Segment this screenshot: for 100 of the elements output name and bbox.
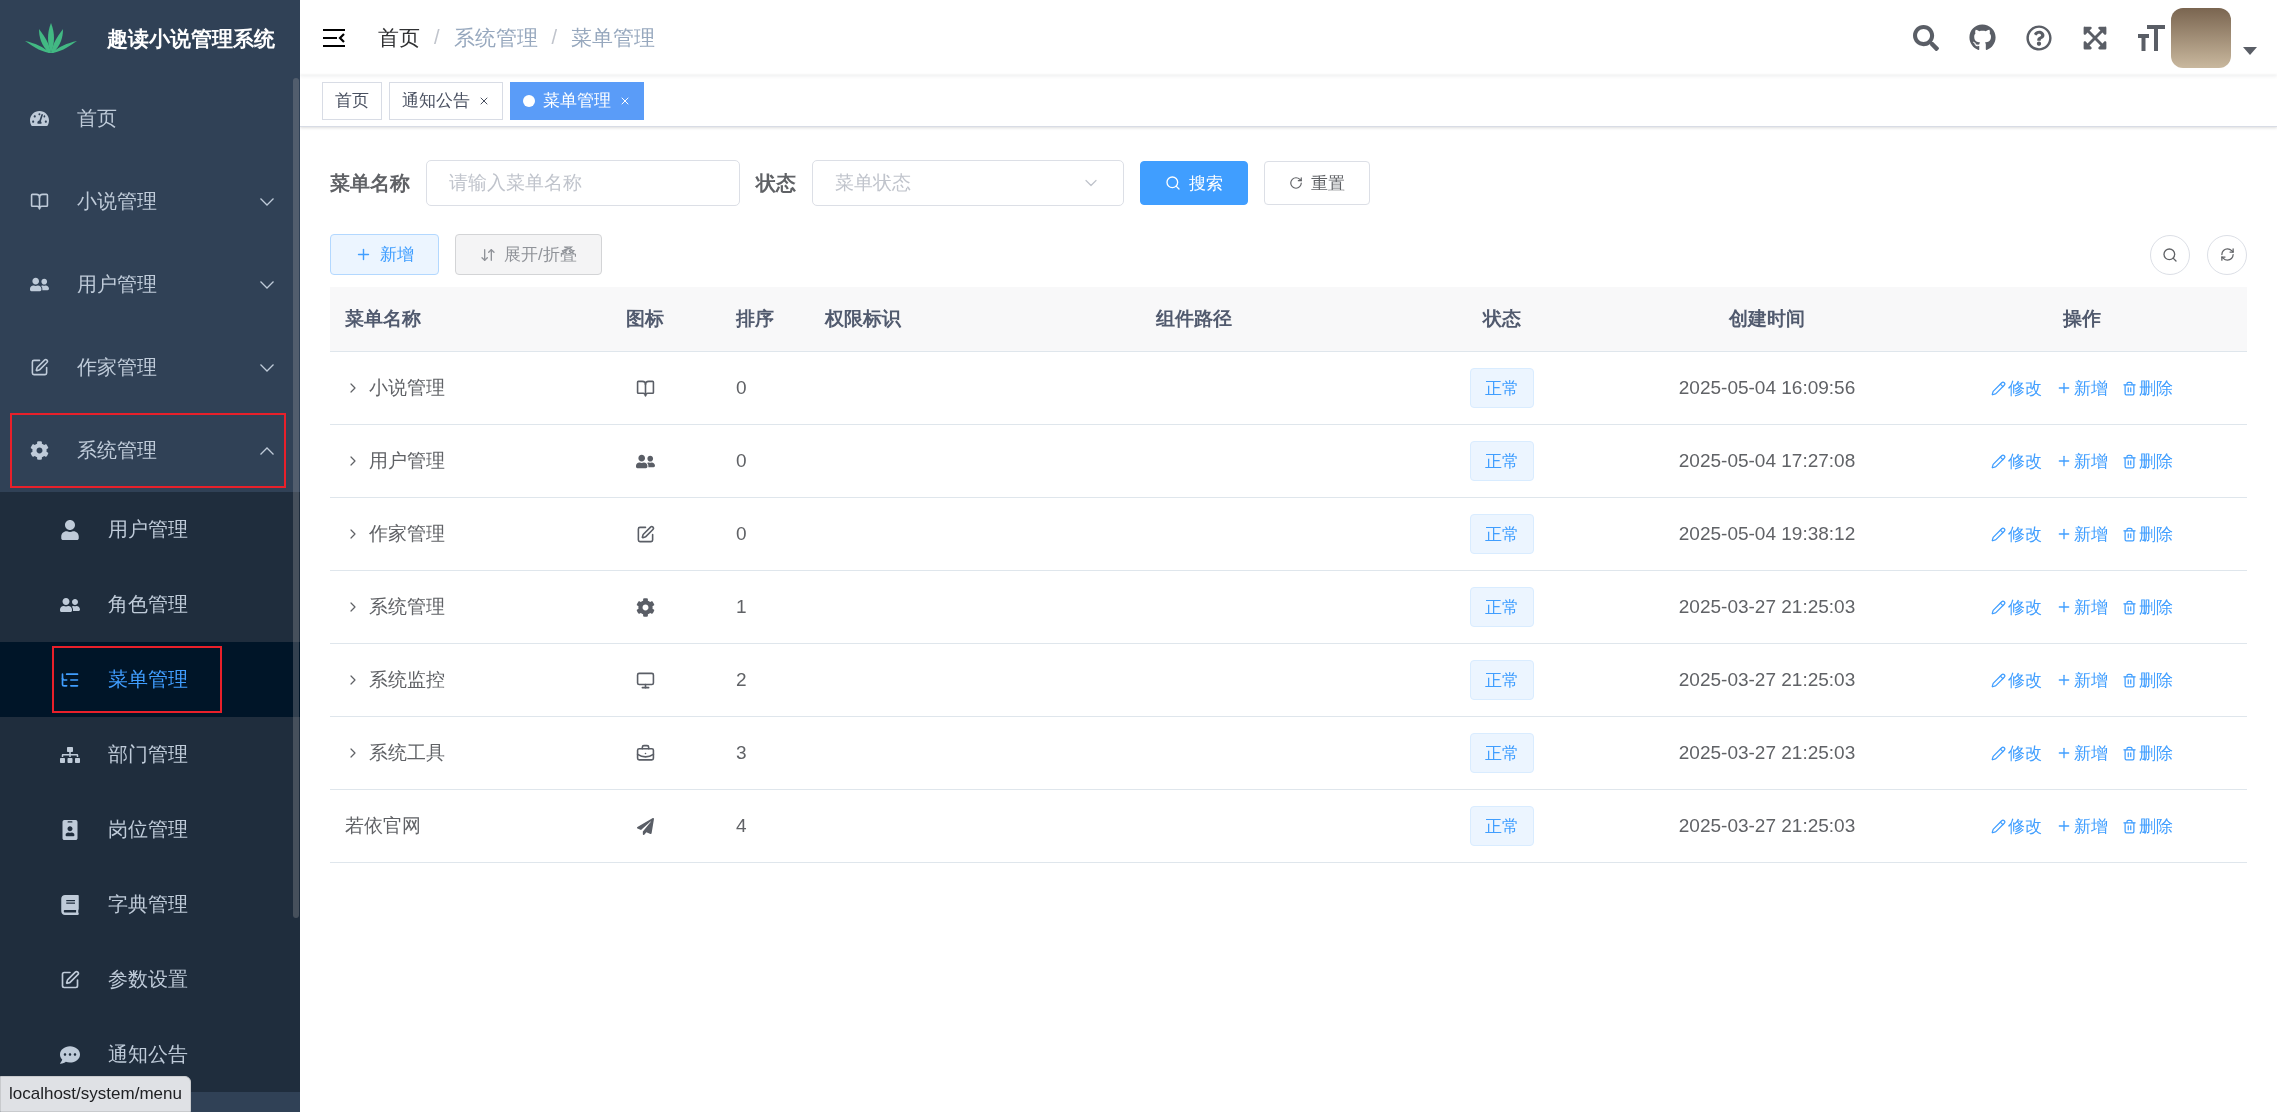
pencil-icon <box>1991 453 2006 469</box>
active-dot-icon <box>523 94 535 107</box>
pencil-icon <box>1991 380 2006 396</box>
font-size-icon[interactable] <box>2138 24 2165 51</box>
table-cell: 2025-03-27 21:25:03 <box>1617 644 1917 717</box>
status-tag: 正常 <box>1470 587 1534 627</box>
sidebar-item[interactable]: 角色管理 <box>0 567 300 642</box>
table-cell: 2025-03-27 21:25:03 <box>1617 790 1917 863</box>
refresh-button[interactable] <box>2207 234 2247 275</box>
search-icon <box>2162 246 2178 263</box>
pencil-icon <box>1991 745 2006 761</box>
action-link[interactable]: 新增 <box>2056 741 2108 765</box>
action-link[interactable]: 删除 <box>2122 522 2173 546</box>
table-cell: 2025-03-27 21:25:03 <box>1617 717 1917 790</box>
status-tag: 正常 <box>1470 514 1534 554</box>
status-tag: 正常 <box>1470 441 1534 481</box>
status-tag: 正常 <box>1470 368 1534 408</box>
status-url-tooltip: localhost/system/menu <box>0 1076 191 1112</box>
plus-icon <box>2056 818 2072 834</box>
expand-collapse-button[interactable]: 展开/折叠 <box>455 234 602 275</box>
column-header: 状态 <box>1387 287 1617 352</box>
search-icon[interactable] <box>1913 24 1939 51</box>
reset-button[interactable]: 重置 <box>1264 161 1370 205</box>
action-link[interactable]: 修改 <box>1991 668 2042 692</box>
help-icon[interactable] <box>2026 24 2052 51</box>
action-link[interactable]: 删除 <box>2122 814 2173 838</box>
action-link[interactable]: 新增 <box>2056 668 2108 692</box>
table-cell: 0 <box>700 498 810 571</box>
action-link[interactable]: 修改 <box>1991 741 2042 765</box>
search-icon <box>1165 175 1181 191</box>
search-button[interactable]: 搜索 <box>1140 161 1248 205</box>
book-icon <box>30 192 49 211</box>
sidebar-item[interactable]: 参数设置 <box>0 942 300 1017</box>
chat-bubble-icon <box>60 1044 80 1065</box>
tab[interactable]: 通知公告 <box>389 81 503 120</box>
table-cell: 系统管理 <box>330 571 590 644</box>
input-field[interactable]: 请输入菜单名称 <box>426 160 740 206</box>
trash-icon <box>2122 453 2137 469</box>
table-cell: 4 <box>700 790 810 863</box>
sidebar-item[interactable]: 部门管理 <box>0 717 300 792</box>
table-cell: 0 <box>700 425 810 498</box>
column-header: 图标 <box>590 287 700 352</box>
action-link[interactable]: 删除 <box>2122 449 2173 473</box>
column-header: 排序 <box>700 287 810 352</box>
breadcrumb-separator: / <box>551 26 558 49</box>
table-cell: 用户管理 <box>330 425 590 498</box>
tab[interactable]: 菜单管理 <box>510 81 644 120</box>
plus-icon <box>2056 380 2072 396</box>
toolbox-icon <box>635 743 655 763</box>
plus-icon <box>2056 672 2072 688</box>
table-cell: 2025-05-04 17:27:08 <box>1617 425 1917 498</box>
action-link[interactable]: 删除 <box>2122 741 2173 765</box>
leaf-logo-icon <box>25 22 77 55</box>
table-cell: 小说管理 <box>330 352 590 425</box>
sidebar-item[interactable]: 用户管理 <box>0 492 300 567</box>
action-link[interactable]: 删除 <box>2122 595 2173 619</box>
table-cell: 系统工具 <box>330 717 590 790</box>
trash-icon <box>2122 818 2137 834</box>
github-icon[interactable] <box>1969 24 1996 51</box>
action-link[interactable]: 新增 <box>2056 449 2108 473</box>
table-cell: 0 <box>700 352 810 425</box>
sidebar-item[interactable]: 菜单管理 <box>0 642 300 717</box>
toggle-search-button[interactable] <box>2150 234 2190 275</box>
action-link[interactable]: 修改 <box>1991 522 2042 546</box>
action-link[interactable]: 新增 <box>2056 376 2108 400</box>
breadcrumb-item: 菜单管理 <box>571 24 656 51</box>
sidebar-item[interactable]: 岗位管理 <box>0 792 300 867</box>
tab[interactable]: 首页 <box>322 81 382 120</box>
table-cell: 3 <box>700 717 810 790</box>
users-icon <box>30 275 49 294</box>
action-link[interactable]: 删除 <box>2122 376 2173 400</box>
action-link[interactable]: 修改 <box>1991 376 2042 400</box>
sidebar-item[interactable]: 字典管理 <box>0 867 300 942</box>
action-link[interactable]: 修改 <box>1991 449 2042 473</box>
breadcrumb-item[interactable]: 系统管理 <box>453 23 538 52</box>
table-cell: 2025-05-04 19:38:12 <box>1617 498 1917 571</box>
action-link[interactable]: 修改 <box>1991 595 2042 619</box>
scrollbar-thumb[interactable] <box>293 78 299 918</box>
avatar-photo-placeholder[interactable] <box>2171 7 2231 68</box>
action-link[interactable]: 修改 <box>1991 814 2042 838</box>
pencil-icon <box>1991 599 2006 615</box>
action-link[interactable]: 新增 <box>2056 595 2108 619</box>
edit-icon <box>60 969 80 990</box>
column-header: 权限标识 <box>810 287 1000 352</box>
action-link[interactable]: 删除 <box>2122 668 2173 692</box>
menu-toggle-icon[interactable] <box>322 27 346 48</box>
select-field[interactable]: 菜单状态 <box>812 160 1124 206</box>
column-header: 组件路径 <box>1000 287 1387 352</box>
table-cell: 系统监控 <box>330 644 590 717</box>
column-header: 菜单名称 <box>330 287 590 352</box>
trash-icon <box>2122 599 2137 615</box>
settings-icon <box>635 597 655 617</box>
action-link[interactable]: 新增 <box>2056 814 2108 838</box>
caret-down-icon[interactable] <box>2243 46 2257 55</box>
breadcrumb-separator: / <box>434 26 440 49</box>
fullscreen-icon[interactable] <box>2082 24 2108 51</box>
breadcrumb-item[interactable]: 首页 <box>378 23 420 52</box>
add-button[interactable]: 新增 <box>330 234 439 275</box>
action-link[interactable]: 新增 <box>2056 522 2108 546</box>
plus-icon <box>2056 526 2072 542</box>
